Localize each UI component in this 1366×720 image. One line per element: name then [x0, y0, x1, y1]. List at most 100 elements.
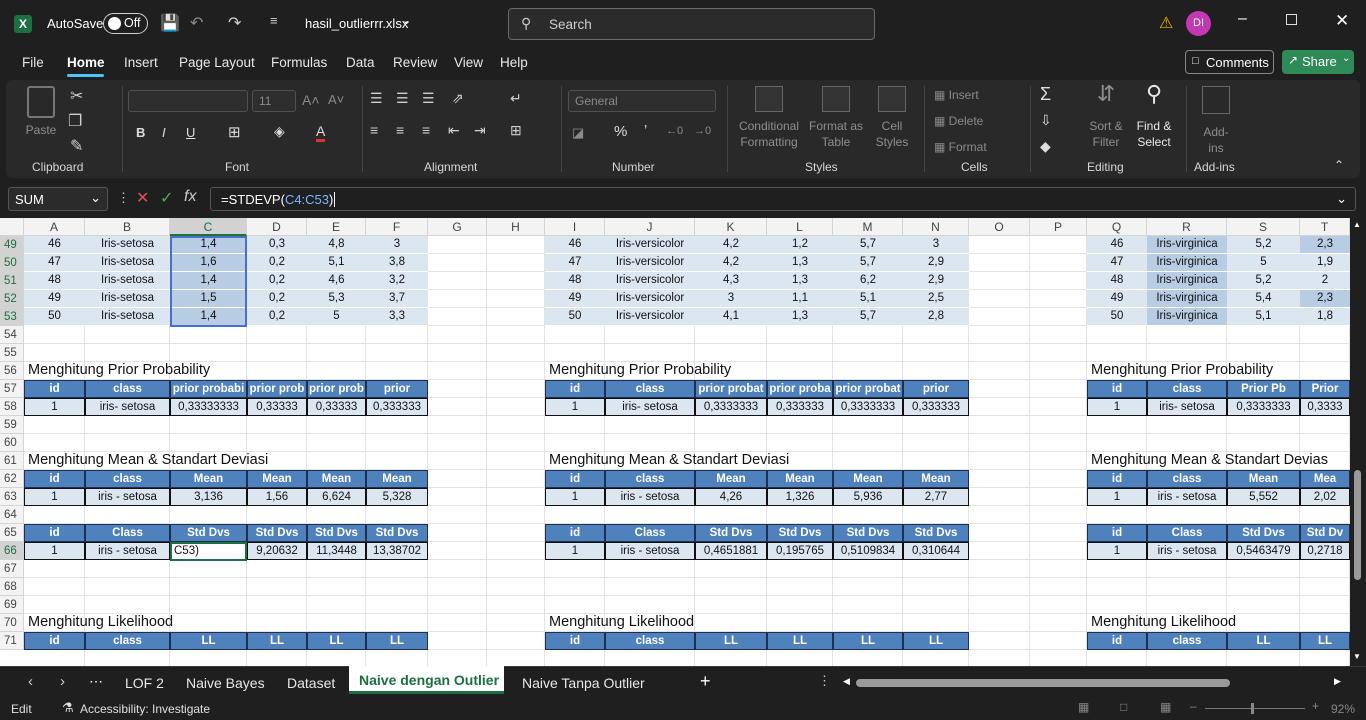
table-header[interactable]: LL — [1227, 632, 1300, 650]
table-cell[interactable]: 1,326 — [767, 488, 833, 506]
data-cell[interactable]: 3,2 — [366, 272, 428, 290]
align-top-icon[interactable]: ☰ — [370, 90, 383, 107]
data-cell[interactable]: 0,2 — [247, 254, 307, 272]
data-cell[interactable]: 1,8 — [1300, 308, 1350, 326]
row-header-65[interactable]: 65 — [0, 524, 24, 542]
zoom-slider[interactable] — [1205, 708, 1305, 709]
zoom-out-icon[interactable]: – — [1190, 699, 1197, 713]
table-header[interactable]: LL — [170, 632, 247, 650]
data-cell[interactable]: 5,3 — [307, 290, 366, 308]
accessibility-status[interactable]: Accessibility: Investigate — [80, 702, 210, 716]
comma-icon[interactable]: ʼ — [644, 123, 647, 140]
increase-indent-icon[interactable]: ⇥ — [474, 122, 486, 139]
column-header-N[interactable]: N — [903, 218, 969, 236]
tab-home[interactable]: Home — [67, 55, 105, 70]
column-header-M[interactable]: M — [833, 218, 903, 236]
table-header[interactable]: Std Dvs — [903, 524, 969, 542]
table-header[interactable]: class — [85, 380, 170, 398]
table-cell[interactable]: iris- setosa — [85, 398, 170, 416]
data-cell[interactable]: 4,3 — [695, 272, 767, 290]
table-header[interactable]: id — [545, 524, 605, 542]
data-cell[interactable]: 5,1 — [1227, 308, 1300, 326]
data-cell[interactable]: 5,7 — [833, 236, 903, 254]
row-header-70[interactable]: 70 — [0, 614, 24, 632]
horizontal-scrollbar-thumb[interactable] — [856, 679, 1230, 687]
table-header[interactable]: prior — [366, 380, 428, 398]
table-header[interactable]: id — [24, 524, 85, 542]
column-header-S[interactable]: S — [1227, 218, 1300, 236]
data-cell[interactable]: Iris-versicolor — [605, 272, 695, 290]
table-cell[interactable]: 1 — [1087, 542, 1147, 560]
data-cell[interactable]: 49 — [24, 290, 85, 308]
data-cell[interactable]: 47 — [1087, 254, 1147, 272]
prev-sheet-icon[interactable]: ‹ — [28, 673, 33, 690]
data-cell[interactable]: Iris-versicolor — [605, 254, 695, 272]
data-cell[interactable]: 3,7 — [366, 290, 428, 308]
currency-icon[interactable]: ◪ — [572, 125, 584, 141]
table-cell[interactable]: 0,5463479 — [1227, 542, 1300, 560]
table-header[interactable]: class — [85, 632, 170, 650]
table-cell[interactable]: 0,3333333 — [833, 398, 903, 416]
data-cell[interactable]: 1,5 — [170, 290, 247, 308]
table-header[interactable]: Prior Pb — [1227, 380, 1300, 398]
tabs-options-icon[interactable]: ⋮ — [818, 673, 831, 689]
row-header-51[interactable]: 51 — [0, 272, 24, 290]
data-cell[interactable]: Iris-virginica — [1147, 272, 1227, 290]
row-header-50[interactable]: 50 — [0, 254, 24, 272]
table-cell[interactable]: iris - setosa — [1147, 488, 1227, 506]
tab-insert[interactable]: Insert — [124, 55, 158, 70]
table-cell[interactable]: 5,936 — [833, 488, 903, 506]
conditional-formatting-button[interactable]: Conditional Formatting — [734, 86, 804, 150]
table-cell[interactable]: 0,333333 — [366, 398, 428, 416]
column-header-I[interactable]: I — [545, 218, 605, 236]
sheet-tab-active[interactable]: Naive dengan Outlier — [349, 666, 504, 694]
clear-icon[interactable]: ◆ — [1040, 138, 1051, 155]
table-header[interactable]: id — [24, 380, 85, 398]
add-sheet-icon[interactable]: + — [700, 671, 711, 692]
column-header-K[interactable]: K — [695, 218, 767, 236]
table-cell[interactable]: 4,26 — [695, 488, 767, 506]
data-cell[interactable]: 5,1 — [833, 290, 903, 308]
table-header[interactable]: Mean — [247, 470, 307, 488]
orientation-icon[interactable]: ⇗ — [452, 90, 464, 107]
data-cell[interactable]: 6,2 — [833, 272, 903, 290]
sheet-tab-lof2[interactable]: LOF 2 — [125, 675, 164, 691]
data-cell[interactable]: 4,1 — [695, 308, 767, 326]
row-header-54[interactable]: 54 — [0, 326, 24, 344]
data-cell[interactable]: 2,8 — [903, 308, 969, 326]
undo-icon[interactable]: ↶ — [190, 13, 203, 33]
table-cell[interactable]: 0,5109834 — [833, 542, 903, 560]
minimize-icon[interactable]: – — [1238, 10, 1247, 28]
row-header-61[interactable]: 61 — [0, 452, 24, 470]
table-cell[interactable]: iris - setosa — [85, 488, 170, 506]
table-header[interactable]: Mean — [1227, 470, 1300, 488]
table-header[interactable]: id — [24, 632, 85, 650]
tab-file[interactable]: File — [22, 55, 44, 70]
name-box[interactable]: SUM ⌄ — [8, 187, 108, 211]
borders-icon[interactable]: ⊞ — [228, 123, 241, 141]
table-header[interactable]: Std Dvs — [695, 524, 767, 542]
select-all-corner[interactable] — [0, 218, 24, 236]
more-sheets-icon[interactable]: ⋯ — [89, 673, 103, 690]
data-cell[interactable]: 0,3 — [247, 236, 307, 254]
tab-view[interactable]: View — [454, 55, 483, 70]
customize-toolbar-icon[interactable]: ≡ — [270, 13, 278, 28]
table-cell[interactable]: 1 — [24, 488, 85, 506]
data-cell[interactable]: 3 — [695, 290, 767, 308]
data-cell[interactable]: 5,2 — [1227, 236, 1300, 254]
table-cell[interactable]: 0,2718 — [1300, 542, 1350, 560]
table-cell[interactable]: 1 — [1087, 488, 1147, 506]
table-header[interactable]: LL — [1300, 632, 1350, 650]
zoom-slider-thumb[interactable] — [1251, 703, 1254, 714]
table-header[interactable]: prior probabi — [170, 380, 247, 398]
align-left-icon[interactable]: ≡ — [370, 122, 378, 138]
decrease-indent-icon[interactable]: ⇤ — [448, 122, 460, 139]
column-header-A[interactable]: A — [24, 218, 85, 236]
table-header[interactable]: LL — [767, 632, 833, 650]
insert-function-icon[interactable]: fx — [184, 188, 196, 206]
data-cell[interactable]: 1,3 — [767, 308, 833, 326]
table-cell[interactable]: 9,20632 — [247, 542, 307, 560]
insert-cells-button[interactable]: ▦ Insert — [934, 88, 979, 102]
data-cell[interactable]: Iris-virginica — [1147, 308, 1227, 326]
row-header-58[interactable]: 58 — [0, 398, 24, 416]
